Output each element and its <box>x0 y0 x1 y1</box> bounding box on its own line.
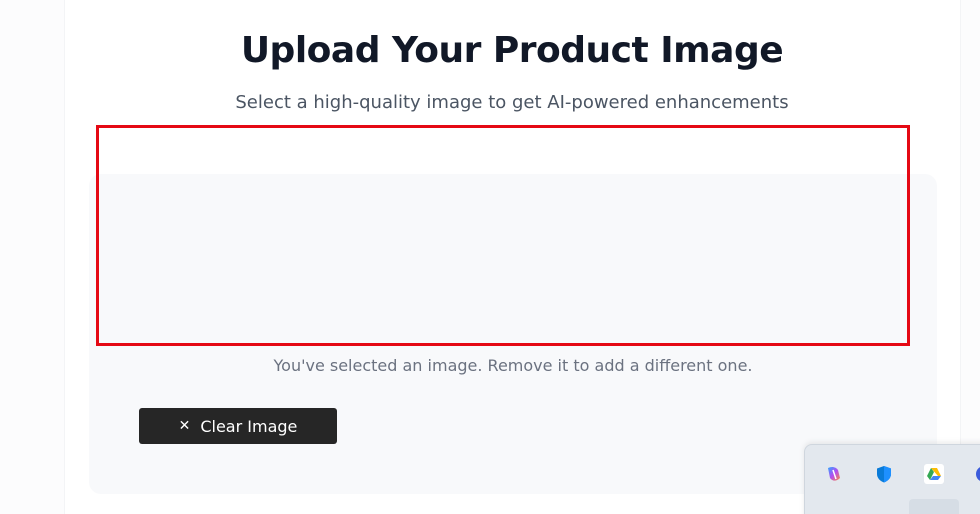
clear-image-label: Clear Image <box>200 416 298 436</box>
close-icon: ✕ <box>178 418 191 434</box>
partial-app-icon[interactable] <box>973 463 980 485</box>
page-subtitle: Select a high-quality image to get AI-po… <box>235 92 789 113</box>
clear-image-button[interactable]: ✕ Clear Image <box>139 408 337 444</box>
system-tray-flyout <box>804 444 980 514</box>
page-title: Upload Your Product Image <box>240 30 784 71</box>
tray-placeholder <box>909 499 959 514</box>
annotation-highlight-box <box>96 125 910 346</box>
upload-page: Upload Your Product Image Select a high-… <box>0 0 980 514</box>
left-margin <box>0 0 65 514</box>
defender-shield-icon[interactable] <box>873 463 895 485</box>
copilot-icon[interactable] <box>823 463 845 485</box>
selected-image-help-text: You've selected an image. Remove it to a… <box>273 356 753 375</box>
right-margin <box>960 0 980 514</box>
google-drive-icon[interactable] <box>923 463 945 485</box>
